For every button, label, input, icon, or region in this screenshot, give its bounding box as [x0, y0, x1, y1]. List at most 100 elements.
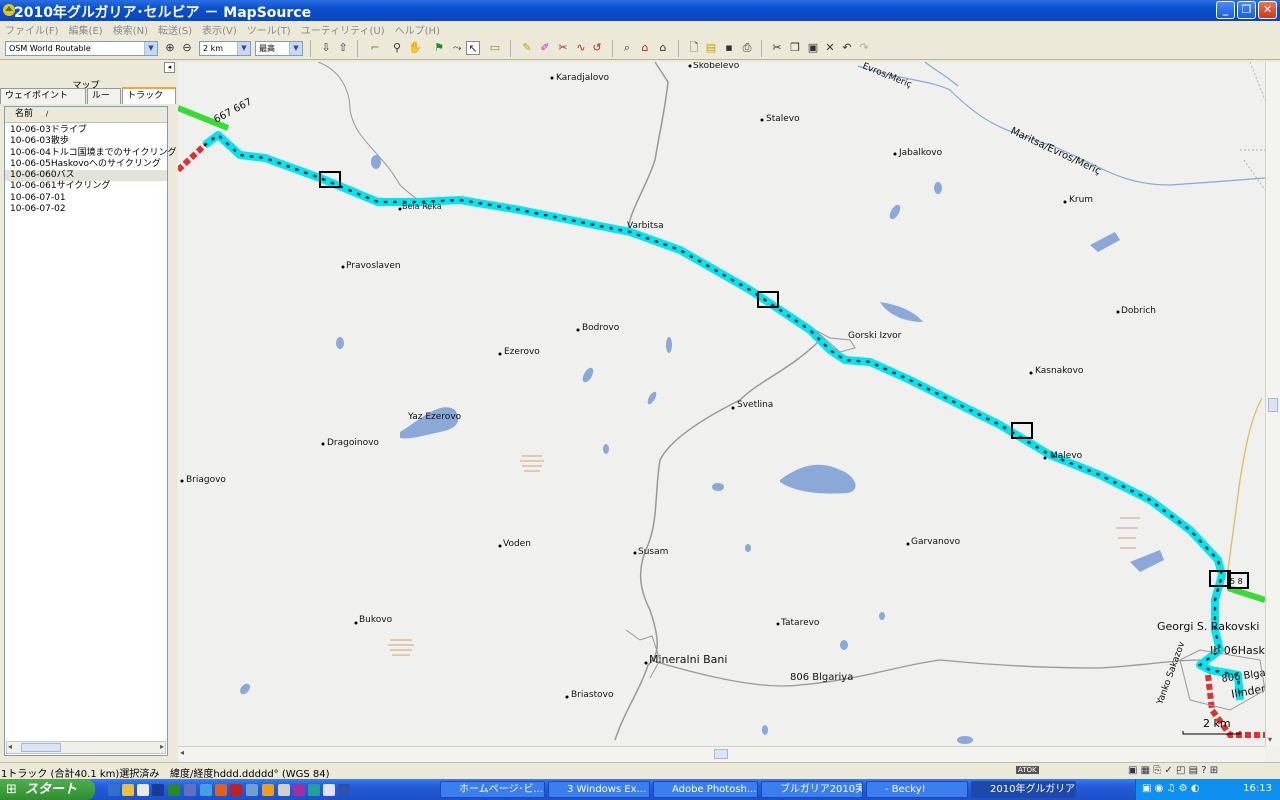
- collapse-panel-icon[interactable]: ◂: [164, 62, 175, 73]
- redo-icon[interactable]: ↷: [857, 41, 871, 55]
- undo-icon[interactable]: ↶: [840, 41, 854, 55]
- quicklaunch-icon[interactable]: [323, 784, 335, 796]
- quicklaunch-icon[interactable]: [293, 784, 305, 796]
- menu-file[interactable]: ファイル(F): [0, 22, 64, 37]
- status-bar: 1トラック (合計40.1 km)選択済み 緯度/経度hddd.ddddd° (…: [0, 762, 1280, 780]
- scroll-thumb[interactable]: [21, 743, 61, 752]
- quicklaunch-icon[interactable]: [230, 784, 242, 796]
- quicklaunch-icon[interactable]: [122, 784, 134, 796]
- quicklaunch-icon[interactable]: [215, 784, 227, 796]
- delete-icon[interactable]: ✕: [823, 41, 837, 55]
- zoom-in-icon[interactable]: ⊕: [163, 41, 177, 55]
- divide-tool-icon[interactable]: ✂: [556, 41, 570, 55]
- map-canvas[interactable]: Karadjalovo Skobelevo Stalevo Jabalkovo …: [178, 62, 1280, 762]
- list-item-selected[interactable]: 10-06-060バス: [5, 170, 167, 182]
- lake-shape: [603, 444, 609, 454]
- copy-icon[interactable]: ❐: [788, 41, 802, 55]
- zoom-tool-icon[interactable]: ⚲: [390, 41, 404, 55]
- taskbar-item[interactable]: - Becky!: [866, 781, 968, 798]
- receive-from-device-icon[interactable]: ⇩: [319, 41, 333, 55]
- menu-help[interactable]: ヘルプ(H): [390, 22, 445, 37]
- connect-tool-icon[interactable]: ∿: [574, 41, 588, 55]
- scroll-left-icon[interactable]: ◂: [8, 742, 12, 751]
- open-file-icon[interactable]: ▤: [704, 41, 718, 55]
- tab-tracks[interactable]: トラック(8): [122, 87, 176, 116]
- menu-view[interactable]: 表示(V): [197, 22, 242, 37]
- cut-icon[interactable]: ✂: [770, 41, 784, 55]
- scroll-thumb[interactable]: [714, 749, 728, 759]
- map-horizontal-scrollbar[interactable]: ◂: [178, 746, 1265, 761]
- minimize-button[interactable]: _: [1216, 1, 1235, 19]
- map-product-select[interactable]: OSM World Routable ▼: [5, 41, 158, 56]
- quicklaunch-icon[interactable]: [278, 784, 290, 796]
- menu-tools[interactable]: ツール(T): [242, 22, 296, 37]
- quicklaunch-icon[interactable]: [338, 784, 350, 796]
- quicklaunch-icon[interactable]: [200, 784, 212, 796]
- scroll-down-icon[interactable]: ▾: [1268, 735, 1272, 744]
- send-to-device-icon[interactable]: ⇧: [336, 41, 350, 55]
- taskbar-item[interactable]: 3 Windows Ex...: [548, 781, 650, 798]
- quicklaunch-icon[interactable]: [152, 784, 164, 796]
- menu-search[interactable]: 検索(N): [108, 22, 153, 37]
- close-button[interactable]: ✕: [1258, 1, 1277, 19]
- menu-utility[interactable]: ユーティリティ(U): [296, 22, 390, 37]
- list-item[interactable]: 10-06-04トルコ国境までのサイクリング: [5, 148, 177, 159]
- select-tool-icon[interactable]: ⌐: [368, 41, 382, 55]
- list-item[interactable]: 10-06-05Haskovoへのサイクリング: [5, 159, 167, 170]
- quicklaunch-icon[interactable]: [108, 784, 120, 796]
- hand-tool-icon[interactable]: ✋: [408, 41, 422, 55]
- maximize-button[interactable]: ❐: [1237, 1, 1256, 19]
- scroll-left-icon[interactable]: ◂: [180, 748, 184, 757]
- quicklaunch-icon[interactable]: [308, 784, 320, 796]
- trackback-tool-icon[interactable]: ↺: [590, 41, 604, 55]
- tray-icons[interactable]: ▣ ◉ ♫ ⚙ ◐: [1142, 783, 1200, 794]
- quicklaunch-icon[interactable]: [137, 784, 149, 796]
- ime-toolbar-icons[interactable]: ▣ ▦ ⎘ ✓ ◰ ▤ ? ⊞: [1128, 765, 1218, 776]
- list-item[interactable]: 10-06-07-02: [5, 204, 167, 215]
- quicklaunch-icon[interactable]: [168, 784, 180, 796]
- quicklaunch-icon[interactable]: [262, 784, 274, 796]
- map-view[interactable]: Karadjalovo Skobelevo Stalevo Jabalkovo …: [178, 62, 1280, 762]
- erase-tool-icon[interactable]: ✐: [538, 41, 552, 55]
- map-vertical-scrollbar[interactable]: ▾: [1265, 62, 1280, 746]
- taskbar-item[interactable]: ブルガリア2010実...: [761, 781, 863, 798]
- find-icon[interactable]: ⌕: [620, 41, 634, 55]
- tab-waypoints[interactable]: ウェイポイント (83): [0, 88, 86, 116]
- track-tool-icon[interactable]: ✎: [520, 41, 534, 55]
- zoom-out-icon[interactable]: ⊖: [180, 41, 194, 55]
- save-icon[interactable]: ▪: [722, 41, 736, 55]
- menu-edit[interactable]: 編集(E): [64, 22, 108, 37]
- scroll-thumb[interactable]: [1268, 398, 1278, 412]
- track-segment-green[interactable]: [1227, 585, 1266, 603]
- measure-tool-icon[interactable]: ▭: [488, 41, 502, 55]
- new-file-icon[interactable]: 🗋: [687, 41, 701, 55]
- ime-indicator[interactable]: ATOK: [1016, 766, 1039, 774]
- paste-icon[interactable]: ▣: [806, 41, 820, 55]
- pointer-tool-icon[interactable]: ↖: [466, 41, 480, 55]
- find-places-icon[interactable]: ⌂: [638, 41, 652, 55]
- track-segment-red[interactable]: [178, 142, 208, 173]
- tab-routes[interactable]: ルート: [86, 88, 122, 116]
- zoom-scale-select[interactable]: 2 km ▼: [199, 41, 251, 56]
- scroll-right-icon[interactable]: ▸: [160, 742, 164, 751]
- list-item[interactable]: 10-06-061サイクリング: [5, 181, 167, 192]
- quicklaunch-icon[interactable]: [246, 784, 258, 796]
- menu-transfer[interactable]: 転送(S): [153, 22, 197, 37]
- column-header-name[interactable]: 名前 ∕: [5, 107, 167, 123]
- taskbar-item[interactable]: ホームページ･ビ...: [440, 781, 545, 798]
- find-nearest-icon[interactable]: ⌂: [656, 41, 670, 55]
- detail-select[interactable]: 最高 ▼: [255, 41, 303, 56]
- place-label: Varbitsa: [627, 221, 664, 231]
- taskbar-item[interactable]: Adobe Photosh...: [653, 781, 758, 798]
- list-item[interactable]: 10-06-07-01: [5, 193, 167, 204]
- taskbar-item-active[interactable]: 2010年グルガリア...: [971, 781, 1076, 798]
- waypoint-tool-icon[interactable]: ⚑: [432, 41, 446, 55]
- selection-markers: [319, 171, 1249, 589]
- quicklaunch-icon[interactable]: [184, 784, 196, 796]
- list-item[interactable]: 10-06-03ドライブ: [5, 125, 167, 136]
- list-horizontal-scrollbar[interactable]: ◂ ▸: [6, 741, 166, 754]
- print-icon[interactable]: ⎙: [740, 41, 754, 55]
- list-item[interactable]: 10-06-03散歩: [5, 136, 167, 147]
- route-tool-icon[interactable]: ⤳: [450, 41, 464, 55]
- place-label: Bodrovo: [582, 323, 620, 333]
